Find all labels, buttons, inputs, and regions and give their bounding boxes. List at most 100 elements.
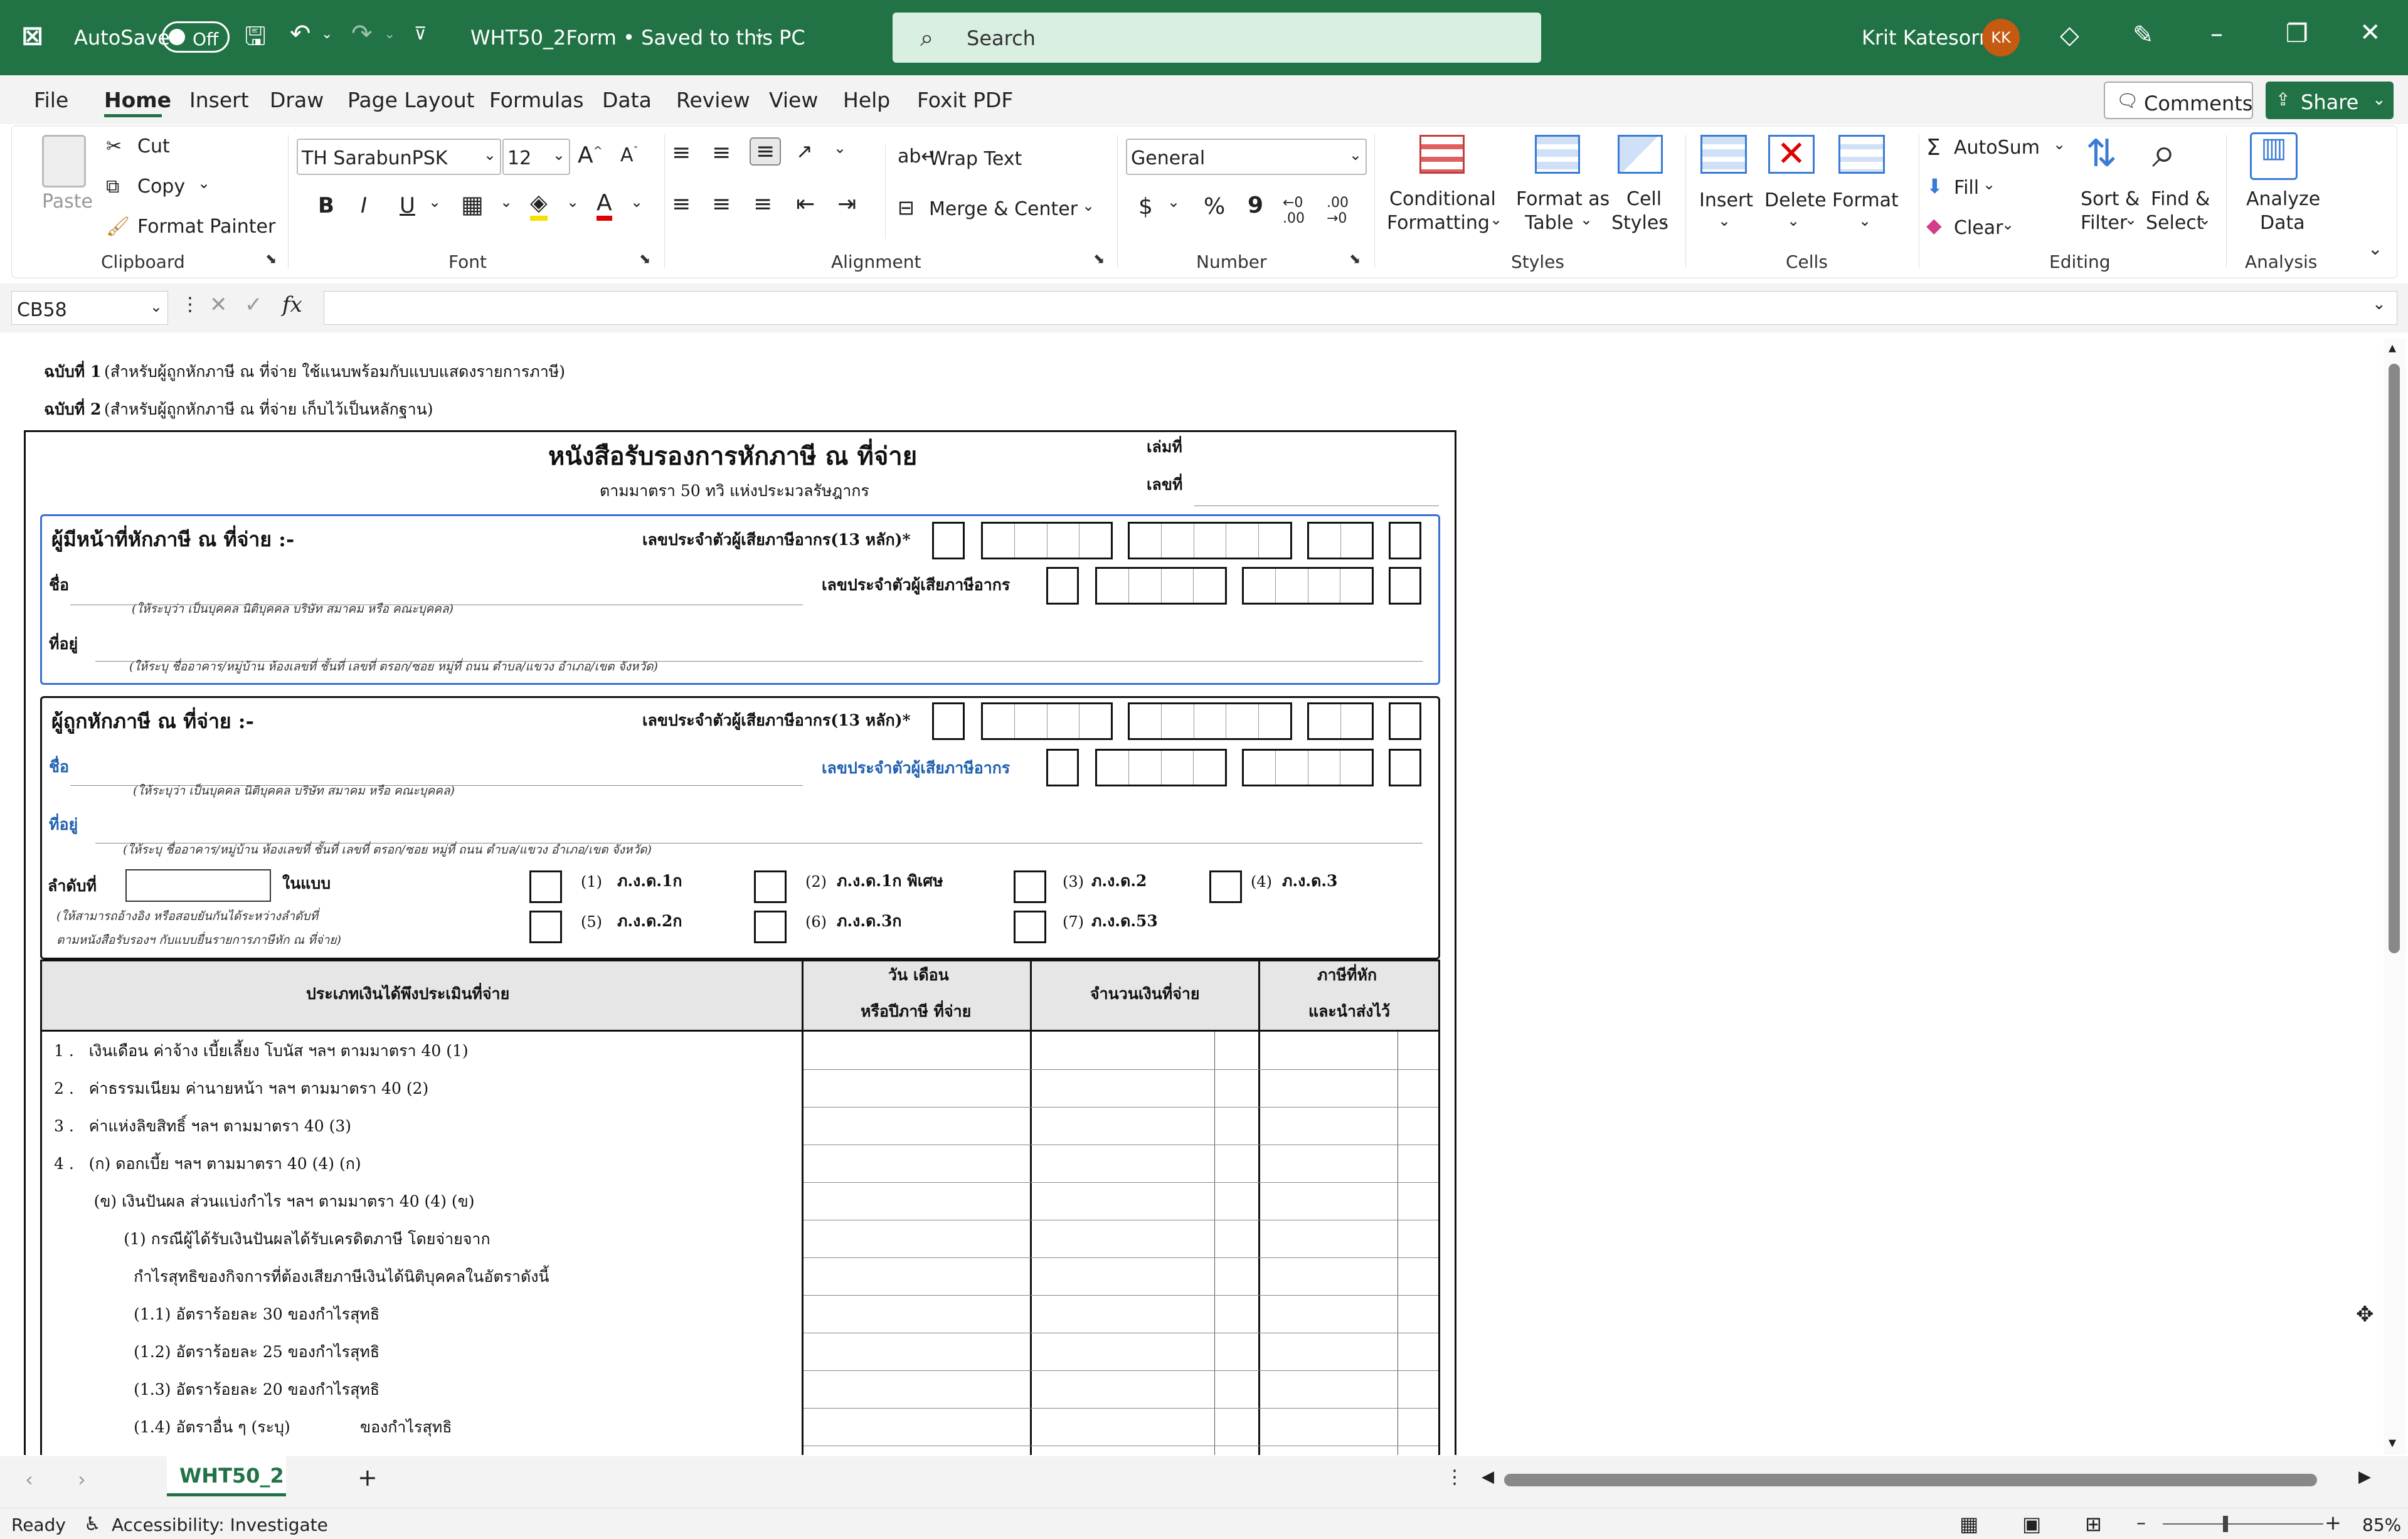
copy-label[interactable]: Copy <box>137 176 185 198</box>
copy-icon[interactable]: ⧉ <box>106 176 119 198</box>
form-checkbox-3[interactable] <box>1014 870 1046 903</box>
table-row[interactable] <box>804 1107 1438 1108</box>
restore-icon[interactable]: ❐ <box>2286 21 2308 46</box>
sheet-tab-wht50-2[interactable]: WHT50_2 <box>167 1456 286 1496</box>
payer-tax-id-digit-10[interactable] <box>1389 567 1421 605</box>
fill-icon[interactable]: ⬇ <box>1926 175 1943 198</box>
payer-tax-digit-1[interactable] <box>932 522 965 559</box>
sort-filter-label-2[interactable]: Filter <box>2081 212 2127 235</box>
format-cells-icon[interactable] <box>1838 135 1885 174</box>
font-color-dropdown-icon[interactable]: ⌄ <box>630 193 643 211</box>
delete-cells-label[interactable]: Delete <box>1764 189 1827 212</box>
zoom-level[interactable]: 85% <box>2362 1515 2401 1535</box>
redo-dropdown-icon[interactable]: ⌄ <box>384 28 395 41</box>
horizontal-scroll-thumb[interactable] <box>1504 1474 2317 1486</box>
analyze-data-label[interactable]: Analyze <box>2246 188 2320 211</box>
comments-button[interactable]: 🗨 Comments <box>2104 82 2253 119</box>
seq-input[interactable] <box>125 869 271 902</box>
normal-view-icon[interactable]: ▦ <box>1960 1512 1978 1536</box>
alignment-launcher-icon[interactable]: ⬊ <box>1093 251 1105 267</box>
name-box[interactable]: CB58 ⌄ <box>11 291 168 325</box>
payee-tax-digits-2-5[interactable] <box>981 702 1113 740</box>
merge-center-icon[interactable]: ⊟ <box>898 196 915 219</box>
title-dropdown-icon[interactable]: ⌄ <box>753 25 766 41</box>
payee-tax-id-digits-6-9[interactable] <box>1242 749 1374 786</box>
font-size-select[interactable]: 12 ⌄ <box>502 139 570 175</box>
conditional-formatting-label-2[interactable]: Formatting <box>1387 212 1490 235</box>
zoom-slider[interactable] <box>2163 1516 2323 1532</box>
tab-file[interactable]: File <box>34 88 68 112</box>
align-bottom-icon[interactable]: ≡ <box>750 137 782 166</box>
format-painter-icon[interactable]: 🖌 <box>106 216 130 238</box>
cut-icon[interactable]: ✂ <box>106 135 122 158</box>
decrease-font-icon[interactable]: Aˇ <box>620 144 639 167</box>
cell-styles-icon[interactable] <box>1618 135 1663 174</box>
payee-tax-id-digit-1[interactable] <box>1046 749 1079 786</box>
cell-styles-dropdown-icon[interactable]: ⌄ <box>1657 211 1669 229</box>
format-as-table-label-2[interactable]: Table <box>1525 212 1574 235</box>
autosum-icon[interactable]: Σ <box>1926 135 1941 161</box>
orientation-dropdown-icon[interactable]: ⌄ <box>834 139 846 157</box>
increase-font-icon[interactable]: A^ <box>578 142 603 168</box>
tab-view[interactable]: View <box>769 88 818 112</box>
payer-tax-digits-6-10[interactable] <box>1128 522 1292 559</box>
payee-tax-digits-6-10[interactable] <box>1128 702 1292 740</box>
find-select-icon[interactable]: ⌕ <box>2152 128 2176 177</box>
tab-data[interactable]: Data <box>602 88 652 112</box>
analyze-data-label-2[interactable]: Data <box>2260 212 2305 235</box>
form-checkbox-2[interactable] <box>754 870 787 903</box>
zoom-out-icon[interactable]: – <box>2136 1512 2146 1534</box>
cell-styles-label[interactable]: Cell <box>1626 188 1662 211</box>
orientation-icon[interactable]: ↗ <box>796 140 813 163</box>
format-as-table-icon[interactable] <box>1535 135 1580 174</box>
redo-icon[interactable]: ↷ <box>351 21 373 46</box>
format-painter-label[interactable]: Format Painter <box>137 216 275 238</box>
decrease-decimal-icon[interactable]: .00 →0 <box>1327 195 1349 227</box>
font-launcher-icon[interactable]: ⬊ <box>639 251 650 267</box>
fill-color-icon[interactable]: ◈ <box>530 190 548 221</box>
diamond-icon[interactable]: ◇ <box>2060 23 2079 48</box>
collapse-ribbon-icon[interactable]: ⌄ <box>2368 238 2382 259</box>
format-as-table-dropdown-icon[interactable]: ⌄ <box>1580 211 1593 229</box>
format-dropdown-icon[interactable]: ⌄ <box>1859 212 1871 230</box>
font-color-icon[interactable]: A <box>597 190 612 221</box>
next-sheet-icon[interactable]: › <box>78 1468 86 1491</box>
more-options-icon[interactable]: ⋮ <box>181 294 199 315</box>
insert-cells-label[interactable]: Insert <box>1699 189 1753 212</box>
align-left-icon[interactable]: ≡ <box>672 191 691 217</box>
autosave-toggle[interactable]: Off <box>162 21 230 53</box>
form-checkbox-7[interactable] <box>1014 911 1046 943</box>
tab-help[interactable]: Help <box>843 88 890 112</box>
scroll-up-icon[interactable]: ▴ <box>2389 339 2396 356</box>
merge-center-label[interactable]: Merge & Center <box>929 198 1078 221</box>
payee-tax-id-digits-2-5[interactable] <box>1095 749 1227 786</box>
cut-label[interactable]: Cut <box>137 135 170 158</box>
conditional-formatting-icon[interactable] <box>1419 135 1465 174</box>
insert-dropdown-icon[interactable]: ⌄ <box>1718 212 1731 230</box>
scroll-right-icon[interactable]: ▶ <box>2358 1468 2371 1486</box>
table-row[interactable] <box>804 1408 1438 1409</box>
table-row[interactable] <box>804 1370 1438 1371</box>
currency-button[interactable]: $ <box>1138 194 1153 219</box>
copy-dropdown-icon[interactable]: ⌄ <box>198 174 210 193</box>
tab-review[interactable]: Review <box>676 88 750 112</box>
align-middle-icon[interactable]: ≡ <box>712 140 731 166</box>
increase-indent-icon[interactable]: ⇥ <box>837 191 856 217</box>
form-checkbox-6[interactable] <box>754 911 787 943</box>
payer-tax-digits-11-12[interactable] <box>1307 522 1374 559</box>
merge-dropdown-icon[interactable]: ⌄ <box>1082 197 1095 215</box>
format-cells-label[interactable]: Format <box>1832 189 1899 212</box>
zoom-in-icon[interactable]: + <box>2325 1511 2342 1535</box>
payer-tax-id-digits-2-5[interactable] <box>1095 567 1227 605</box>
payer-tax-digit-13[interactable] <box>1389 522 1421 559</box>
minimize-icon[interactable]: – <box>2210 21 2223 46</box>
scroll-down-icon[interactable]: ▾ <box>2389 1434 2396 1451</box>
tab-formulas[interactable]: Formulas <box>489 88 584 112</box>
clear-label[interactable]: Clear <box>1954 217 2003 240</box>
align-center-icon[interactable]: ≡ <box>712 191 731 217</box>
borders-icon[interactable]: ▦ <box>461 191 484 219</box>
tab-draw[interactable]: Draw <box>270 88 324 112</box>
insert-function-icon[interactable]: fx <box>282 292 302 317</box>
form-checkbox-4[interactable] <box>1209 870 1242 903</box>
accessibility-icon[interactable]: ♿ <box>84 1513 101 1535</box>
